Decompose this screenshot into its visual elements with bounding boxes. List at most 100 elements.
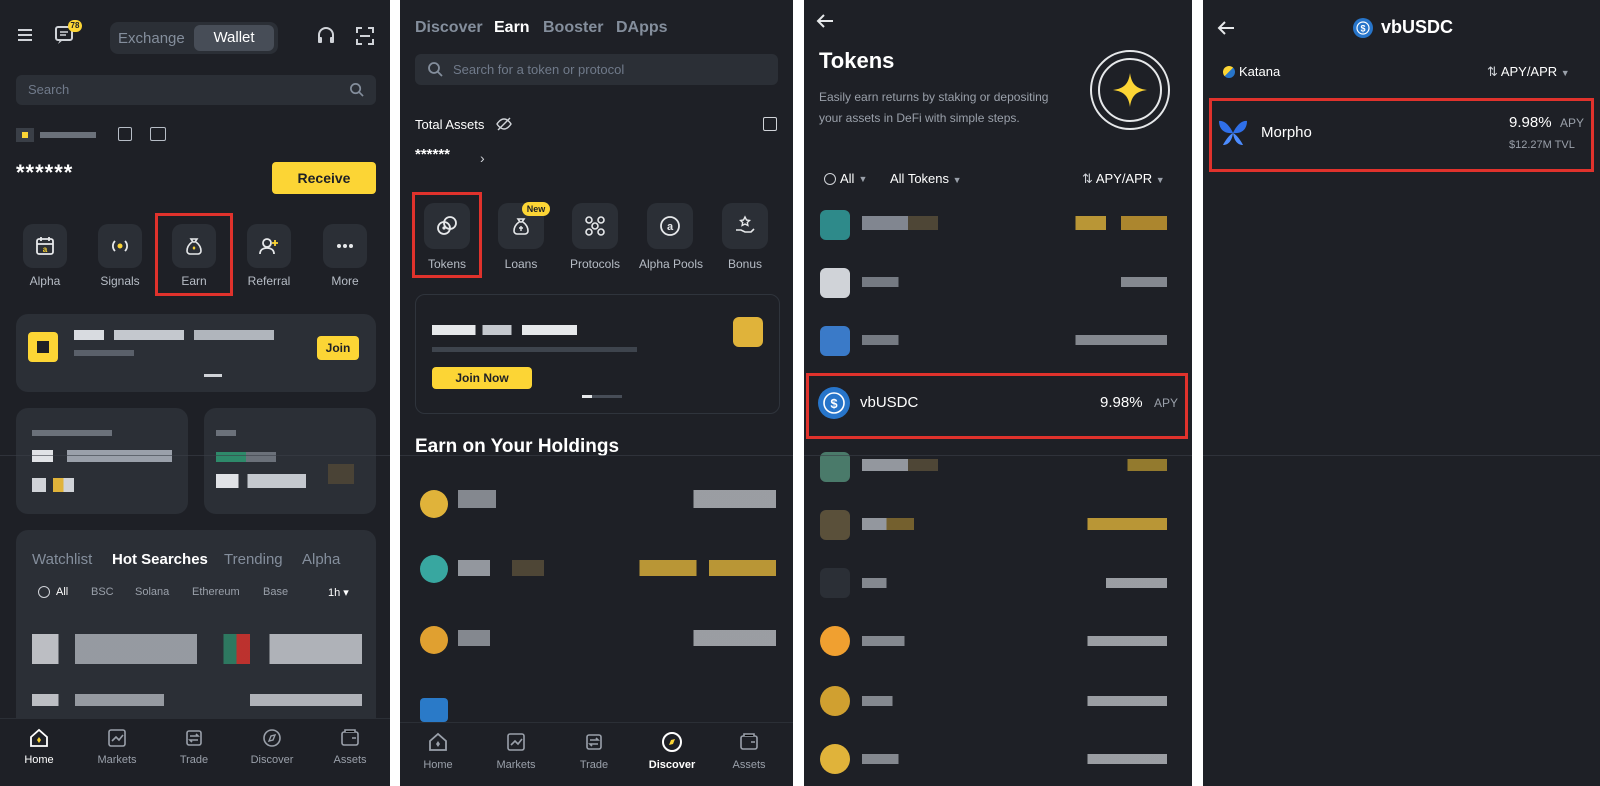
market-tab-hot-searches[interactable]: Hot Searches — [112, 551, 208, 568]
info-card-left-blur-2 — [32, 450, 172, 462]
nav-trade-label[interactable]: Trade — [159, 754, 229, 766]
earn-shortcut[interactable] — [172, 224, 216, 268]
chain-ethereum[interactable]: Ethereum — [192, 586, 240, 598]
nav-discover-label[interactable]: Discover — [237, 754, 307, 766]
records-icon[interactable] — [763, 117, 777, 131]
nav-markets-label[interactable]: Markets — [82, 754, 152, 766]
search-bar[interactable]: Search — [16, 75, 376, 105]
wallet-home-screen: 78 Exchange Wallet Search ****** Receive… — [0, 0, 390, 786]
top-tab-booster[interactable]: Booster — [543, 19, 603, 37]
promo-dots — [204, 374, 222, 377]
protocol-row-morpho[interactable]: Morpho 9.98% APY $12.27M TVL — [1211, 98, 1591, 170]
nav-assets-icon[interactable] — [340, 728, 360, 753]
chain-solana[interactable]: Solana — [135, 586, 169, 598]
token-row-2-blur — [862, 277, 1167, 287]
top-tab-earn[interactable]: Earn — [494, 19, 530, 37]
alpha-pools-category[interactable]: a — [647, 203, 693, 249]
toggle-exchange[interactable]: Exchange — [118, 30, 185, 47]
toggle-wallet[interactable]: Wallet — [194, 25, 274, 51]
sort-select[interactable]: ⇅ APY/APR ▼ — [1487, 64, 1570, 80]
new-badge: New — [522, 202, 550, 216]
holding-row-3-icon — [420, 626, 448, 654]
nav-markets-icon[interactable] — [506, 732, 526, 757]
nav-assets-icon[interactable] — [739, 732, 759, 757]
tokens-subtitle-line2: your assets in DeFi with simple steps. — [819, 111, 1020, 125]
nav-markets-icon[interactable] — [107, 728, 127, 753]
mode-toggle[interactable]: Exchange Wallet — [110, 22, 278, 54]
receive-button[interactable]: Receive — [272, 162, 376, 194]
signal-icon — [112, 240, 128, 252]
market-tab-watchlist[interactable]: Watchlist — [32, 551, 92, 568]
protocol-search-placeholder: Search for a token or protocol — [453, 62, 625, 77]
token-row-7-blur — [862, 578, 1167, 588]
menu-icon[interactable] — [16, 26, 34, 44]
token-row-10-blur — [862, 754, 1167, 764]
headset-icon[interactable] — [316, 26, 336, 46]
nav-home-label[interactable]: Home — [403, 759, 473, 771]
sort-select[interactable]: ⇅ APY/APR ▼ — [1082, 171, 1165, 187]
nav-assets-label[interactable]: Assets — [714, 759, 784, 771]
top-tab-discover[interactable]: Discover — [415, 19, 483, 37]
protocols-category[interactable] — [572, 203, 618, 249]
timeframe-select[interactable]: 1h ▾ — [328, 586, 349, 599]
chain-all[interactable]: All — [56, 586, 68, 598]
sort-icon: ⇅ — [1487, 64, 1498, 79]
banner-title-blur — [432, 325, 577, 335]
network-select[interactable]: Katana — [1223, 64, 1280, 79]
copy-icon[interactable] — [118, 127, 132, 141]
back-arrow-icon[interactable] — [816, 13, 834, 34]
referral-shortcut[interactable] — [247, 224, 291, 268]
tokens-category[interactable] — [424, 203, 470, 249]
loans-bag-icon — [513, 218, 529, 235]
token-row-vbusdc[interactable]: $ vbUSDC 9.98% APY — [804, 375, 1192, 435]
scan-icon[interactable] — [355, 26, 375, 46]
token-type-value: All Tokens — [890, 171, 950, 186]
wallet-switch-icon[interactable] — [150, 127, 166, 141]
info-card-left[interactable] — [16, 408, 188, 514]
top-tab-dapps[interactable]: DApps — [616, 19, 668, 37]
promo-subtitle-blur — [74, 350, 134, 356]
back-arrow-icon[interactable] — [1217, 20, 1235, 41]
chain-bsc[interactable]: BSC — [91, 586, 114, 598]
more-shortcut[interactable] — [323, 224, 367, 268]
nav-discover-icon[interactable] — [661, 731, 683, 758]
more-dots-icon — [337, 244, 353, 248]
nav-markets-label[interactable]: Markets — [481, 759, 551, 771]
hide-balance-icon[interactable] — [496, 117, 512, 136]
alpha-pools-label: Alpha Pools — [638, 257, 704, 271]
market-tab-trending[interactable]: Trending — [224, 551, 283, 568]
morpho-rate-unit: APY — [1560, 116, 1585, 130]
nav-trade-icon[interactable] — [184, 728, 204, 753]
tokens-label: Tokens — [427, 257, 467, 271]
nav-home-icon[interactable] — [428, 732, 448, 757]
signals-shortcut[interactable] — [98, 224, 142, 268]
promo-card[interactable]: Join — [16, 314, 376, 392]
protocols-label: Protocols — [569, 257, 621, 271]
alpha-shortcut[interactable]: a — [23, 224, 67, 268]
chevron-down-icon: ▼ — [1155, 175, 1165, 185]
bonus-category[interactable] — [722, 203, 768, 249]
nav-trade-icon[interactable] — [584, 732, 604, 757]
info-card-left-blur-3 — [32, 478, 102, 492]
join-now-button[interactable]: Join Now — [432, 367, 532, 389]
nav-home-label[interactable]: Home — [4, 754, 74, 766]
earn-label: Earn — [181, 274, 207, 288]
network-filter-value: All — [840, 171, 855, 186]
earn-banner[interactable]: Join Now — [415, 294, 780, 414]
bonus-label: Bonus — [727, 257, 763, 271]
protocol-search-bar[interactable]: Search for a token or protocol — [415, 54, 778, 85]
nav-home-icon[interactable] — [29, 728, 49, 753]
market-tab-alpha[interactable]: Alpha — [302, 551, 340, 568]
nav-assets-label[interactable]: Assets — [315, 754, 385, 766]
nav-discover-label[interactable]: Discover — [637, 759, 707, 771]
token-type-filter[interactable]: All Tokens ▼ — [890, 171, 962, 186]
network-filter[interactable]: All ▼ — [824, 171, 867, 186]
info-card-right[interactable] — [204, 408, 376, 514]
nav-trade-label[interactable]: Trade — [559, 759, 629, 771]
nav-discover-icon[interactable] — [262, 728, 282, 753]
token-row-8-icon — [820, 626, 850, 656]
chain-base[interactable]: Base — [263, 586, 288, 598]
vbusdc-detail-screen: $ vbUSDC Katana ⇅ APY/APR ▼ Morpho 9.98%… — [1203, 0, 1600, 786]
total-assets-chevron-icon[interactable]: › — [480, 150, 485, 166]
join-button[interactable]: Join — [317, 336, 359, 360]
